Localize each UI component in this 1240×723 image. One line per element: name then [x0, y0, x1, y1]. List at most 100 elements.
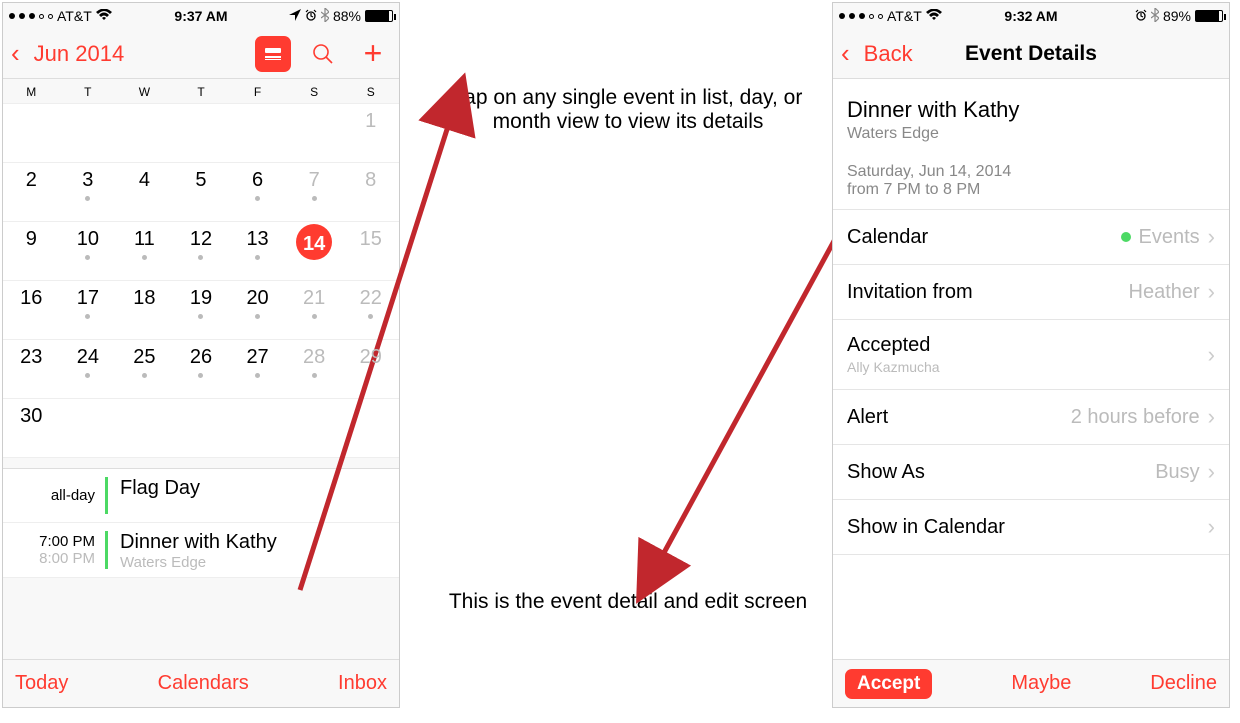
event-dot-icon	[142, 255, 147, 260]
day-cell[interactable]: 19	[173, 281, 230, 339]
row-accepted[interactable]: Accepted Ally Kazmucha ›	[833, 320, 1229, 390]
day-number: 16	[20, 287, 42, 310]
weekday-label: S	[286, 85, 343, 99]
bottom-toolbar: Today Calendars Inbox	[3, 659, 399, 707]
day-cell	[173, 104, 230, 162]
row-showas[interactable]: Show As Busy ›	[833, 445, 1229, 500]
today-button[interactable]: Today	[15, 672, 68, 695]
day-number: 1	[365, 110, 376, 133]
day-cell[interactable]: 25	[116, 340, 173, 398]
accept-button[interactable]: Accept	[845, 669, 932, 699]
row-value: Busy	[1155, 461, 1199, 484]
day-number: 23	[20, 346, 42, 369]
weekday-label: S	[342, 85, 399, 99]
row-alert[interactable]: Alert 2 hours before›	[833, 390, 1229, 445]
day-number: 19	[190, 287, 212, 310]
chevron-right-icon: ›	[1208, 514, 1215, 540]
day-cell	[229, 399, 286, 457]
day-cell[interactable]: 6	[229, 163, 286, 221]
event-header: Dinner with Kathy Waters Edge Saturday, …	[833, 79, 1229, 210]
day-cell	[116, 104, 173, 162]
calendars-button[interactable]: Calendars	[158, 672, 249, 695]
day-cell[interactable]: 2	[3, 163, 60, 221]
day-number: 30	[20, 405, 42, 428]
status-bar: AT&T 9:37 AM 88%	[3, 3, 399, 29]
chevron-left-icon: ‹	[11, 38, 20, 69]
day-cell[interactable]: 3	[60, 163, 117, 221]
day-number: 18	[133, 287, 155, 310]
event-dot-icon	[85, 314, 90, 319]
event-dot-icon	[255, 373, 260, 378]
day-number: 24	[77, 346, 99, 369]
day-cell[interactable]: 12	[173, 222, 230, 280]
add-button[interactable]: +	[355, 36, 391, 72]
day-number: 8	[365, 169, 376, 192]
day-cell[interactable]: 9	[3, 222, 60, 280]
day-number: 28	[303, 346, 325, 369]
clock-label: 9:37 AM	[3, 8, 399, 24]
day-number: 5	[195, 169, 206, 192]
row-label: Alert	[847, 406, 888, 429]
chevron-right-icon: ›	[1208, 224, 1215, 250]
inbox-button[interactable]: Inbox	[338, 672, 387, 695]
day-cell[interactable]: 11	[116, 222, 173, 280]
row-calendar[interactable]: Calendar Events›	[833, 210, 1229, 265]
day-cell[interactable]: 18	[116, 281, 173, 339]
day-cell[interactable]: 13	[229, 222, 286, 280]
row-value: Heather	[1129, 281, 1200, 304]
back-button[interactable]: ‹ Jun 2014	[11, 38, 124, 69]
day-cell[interactable]: 4	[116, 163, 173, 221]
day-number: 15	[360, 228, 382, 251]
day-cell[interactable]: 20	[229, 281, 286, 339]
chevron-right-icon: ›	[1208, 279, 1215, 305]
row-label: Show As	[847, 461, 925, 484]
day-number: 4	[139, 169, 150, 192]
event-dot-icon	[255, 314, 260, 319]
row-invitation[interactable]: Invitation from Heather ›	[833, 265, 1229, 320]
maybe-button[interactable]: Maybe	[1011, 672, 1071, 695]
day-cell[interactable]: 27	[229, 340, 286, 398]
clock-label: 9:32 AM	[833, 8, 1229, 24]
nav-bar: ‹ Jun 2014 +	[3, 29, 399, 79]
day-cell[interactable]: 26	[173, 340, 230, 398]
event-time: from 7 PM to 8 PM	[847, 181, 1215, 199]
view-toggle-button[interactable]	[255, 36, 291, 72]
weekday-label: T	[173, 85, 230, 99]
chevron-right-icon: ›	[1208, 459, 1215, 485]
day-cell[interactable]: 5	[173, 163, 230, 221]
row-sublabel: Ally Kazmucha	[847, 359, 940, 375]
day-cell	[173, 399, 230, 457]
day-cell	[229, 104, 286, 162]
event-date: Saturday, Jun 14, 2014	[847, 163, 1215, 181]
day-number: 13	[246, 228, 268, 251]
day-number: 20	[246, 287, 268, 310]
day-cell[interactable]: 17	[60, 281, 117, 339]
back-label: Jun 2014	[34, 41, 125, 67]
day-cell[interactable]: 10	[60, 222, 117, 280]
day-cell	[60, 104, 117, 162]
search-button[interactable]	[305, 36, 341, 72]
event-time: all-day	[3, 469, 105, 522]
nav-bar: ‹ Back Event Details	[833, 29, 1229, 79]
day-cell[interactable]: 16	[3, 281, 60, 339]
day-cell	[116, 399, 173, 457]
decline-button[interactable]: Decline	[1150, 672, 1217, 695]
event-dot-icon	[198, 255, 203, 260]
day-cell[interactable]: 24	[60, 340, 117, 398]
day-cell[interactable]: 23	[3, 340, 60, 398]
event-title: Dinner with Kathy	[847, 97, 1215, 123]
row-showin[interactable]: Show in Calendar ›	[833, 500, 1229, 555]
event-dot-icon	[255, 196, 260, 201]
battery-icon	[365, 10, 393, 22]
day-number: 3	[82, 169, 93, 192]
list-view-icon	[263, 46, 283, 62]
row-label: Invitation from	[847, 281, 973, 304]
day-number: 6	[252, 169, 263, 192]
event-location: Waters Edge	[847, 125, 1215, 143]
day-cell[interactable]: 30	[3, 399, 60, 457]
row-label: Accepted	[847, 334, 930, 357]
day-number: 14	[303, 233, 325, 256]
event-time: 7:00 PM8:00 PM	[3, 523, 105, 577]
day-number: 17	[77, 287, 99, 310]
row-value: 2 hours before	[1071, 406, 1200, 429]
